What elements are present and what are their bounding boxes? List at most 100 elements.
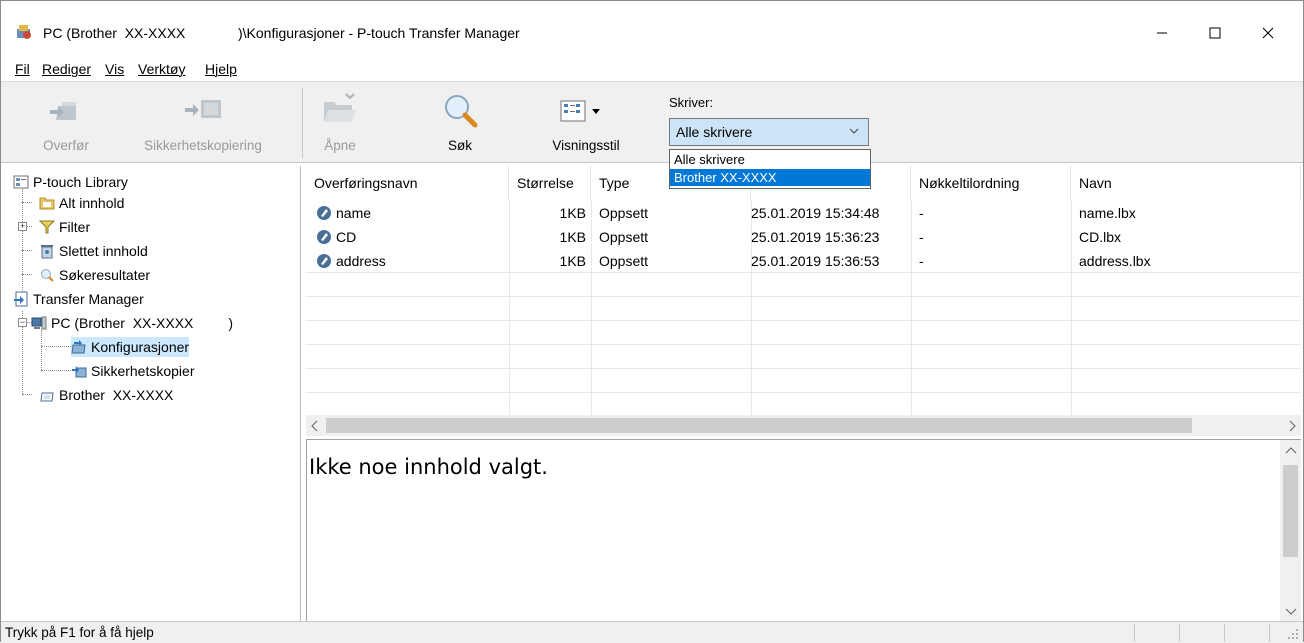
tree-item-pc[interactable]: PC (Brother XX-XXXX ) — [31, 313, 233, 333]
maximize-button[interactable] — [1192, 15, 1238, 51]
tree-label: Transfer Manager — [33, 291, 144, 307]
view-style-button[interactable]: Visningsstil — [531, 82, 641, 162]
tree-item-backups[interactable]: Sikkerhetskopier — [71, 361, 195, 381]
printer-select-value: Alle skrivere — [676, 124, 753, 140]
backup-label: Sikkerhetskopiering — [144, 138, 262, 153]
cell-size: 1KB — [559, 229, 586, 245]
tree-item-printer[interactable]: Brother XX-XXXX — [39, 385, 173, 405]
tree-label: Slettet innhold — [59, 243, 148, 259]
preview-text: Ikke noe innhold valgt. — [309, 455, 548, 479]
search-icon — [39, 267, 55, 283]
printer-label: Skriver: — [669, 95, 714, 110]
tree-item-deleted-content[interactable]: Slettet innhold — [39, 241, 148, 261]
printer-icon — [39, 387, 55, 403]
expand-filter-toggle[interactable]: + — [18, 222, 27, 231]
backups-icon — [71, 363, 87, 379]
cell-transfer-name: name — [336, 205, 372, 221]
tree-label: Sikkerhetskopier — [91, 363, 195, 379]
cell-key-assignment: - — [919, 253, 924, 269]
cell-key-assignment: - — [919, 205, 924, 221]
configurations-icon — [71, 339, 87, 355]
library-icon — [13, 174, 29, 190]
menu-rediger[interactable]: Rediger — [42, 61, 91, 77]
transfer-icon — [46, 90, 86, 133]
view-style-icon — [551, 90, 621, 133]
menu-bar: Fil Rediger Vis Verktøy Hjelp — [1, 59, 1303, 81]
transfer-button[interactable]: Overfør — [29, 82, 103, 162]
tree-label: Konfigurasjoner — [91, 339, 190, 355]
window-title-part1: PC (Brother XX-XXXX — [43, 25, 186, 41]
cell-key-assignment: - — [919, 229, 924, 245]
cell-type: Oppsett — [599, 229, 649, 245]
column-header-size[interactable]: Størrelse — [509, 166, 591, 200]
toolbar-separator — [302, 88, 303, 158]
folder-open-icon — [320, 90, 360, 133]
chevron-left-icon[interactable] — [310, 420, 320, 432]
printer-select[interactable]: Alle skrivere — [669, 118, 869, 146]
filter-icon — [38, 219, 56, 235]
menu-fil[interactable]: Fil — [15, 61, 30, 77]
cell-type: Oppsett — [599, 205, 649, 221]
chevron-down-icon[interactable] — [1285, 606, 1297, 616]
computer-icon — [31, 315, 47, 331]
folder-icon — [39, 195, 55, 211]
collapse-pc-toggle[interactable]: − — [18, 318, 27, 327]
cell-size: 1KB — [559, 205, 586, 221]
open-button[interactable]: Åpne — [315, 82, 365, 162]
app-icon — [15, 23, 33, 41]
search-button[interactable]: Søk — [435, 82, 485, 162]
menu-vis[interactable]: Vis — [105, 61, 124, 77]
backup-button[interactable]: Sikkerhetskopiering — [125, 82, 281, 162]
tree-label: Filter — [59, 219, 91, 235]
menu-hjelp[interactable]: Hjelp — [205, 61, 237, 77]
column-header-key-assignment[interactable]: Nøkkeltilordning — [911, 166, 1071, 200]
tree-label: PC (Brother XX-XXXX ) — [51, 315, 234, 331]
tree-item-filter[interactable]: Filter — [38, 217, 91, 237]
printer-option-brother[interactable]: Brother XX-XXXX — [670, 169, 870, 186]
transfer-manager-icon — [13, 291, 29, 307]
printer-dropdown-list: Alle skrivere Brother XX-XXXX — [669, 149, 871, 189]
window-title-part2: )\Konfigurasjoner - P-touch Transfer Man… — [238, 25, 520, 41]
cell-name: name.lbx — [1079, 205, 1136, 221]
minimize-icon — [1157, 32, 1167, 34]
close-button[interactable] — [1245, 15, 1291, 51]
layout-file-icon — [317, 230, 331, 244]
cell-name: CD.lbx — [1079, 229, 1122, 245]
minimize-button[interactable] — [1139, 15, 1185, 51]
close-icon — [1262, 27, 1274, 39]
tree-item-ptouch-library[interactable]: P-touch Library — [13, 172, 128, 192]
transfer-label: Overfør — [43, 138, 89, 153]
cell-name: address.lbx — [1079, 253, 1151, 269]
cell-date: 25.01.2019 15:34:48 — [751, 205, 880, 221]
search-label: Søk — [447, 138, 472, 153]
cell-transfer-name: address — [336, 253, 386, 269]
tree-item-transfer-manager[interactable]: Transfer Manager — [13, 289, 144, 309]
file-list: Overføringsnavn Størrelse Type Nøkkeltil… — [306, 166, 1301, 436]
backup-icon — [179, 90, 227, 133]
menu-verktoy[interactable]: Verktøy — [138, 61, 185, 77]
horizontal-scroll-thumb[interactable] — [326, 418, 1192, 433]
view-style-label: Visningsstil — [552, 138, 620, 153]
cell-transfer-name: CD — [336, 229, 357, 245]
tree-label: Brother XX-XXXX — [59, 387, 174, 403]
tree-item-configurations[interactable]: Konfigurasjoner — [71, 337, 190, 357]
tree-label: P-touch Library — [33, 174, 128, 190]
layout-file-icon — [317, 254, 331, 268]
printer-option-all[interactable]: Alle skrivere — [670, 151, 870, 168]
layout-file-icon — [317, 206, 331, 220]
column-header-name[interactable]: Navn — [1071, 166, 1301, 200]
status-bar: Trykk på F1 for å få hjelp — [1, 621, 1303, 643]
vertical-scrollbar[interactable] — [1280, 440, 1301, 622]
tree-item-search-results[interactable]: Søkeresultater — [39, 265, 150, 285]
chevron-right-icon[interactable] — [1287, 420, 1297, 432]
column-header-transfer-name[interactable]: Overføringsnavn — [306, 166, 509, 200]
tree-label: Søkeresultater — [59, 267, 151, 283]
horizontal-scrollbar[interactable] — [306, 415, 1301, 436]
chevron-up-icon[interactable] — [1285, 446, 1297, 456]
vertical-scroll-thumb[interactable] — [1283, 465, 1298, 557]
status-text: Trykk på F1 for å få hjelp — [5, 625, 154, 640]
title-bar: PC (Brother XX-XXXX )\Konfigurasjoner - … — [1, 1, 1303, 61]
search-icon — [440, 90, 480, 133]
tree-item-all-content[interactable]: Alt innhold — [39, 193, 124, 213]
resize-grip-icon[interactable] — [1287, 628, 1299, 640]
